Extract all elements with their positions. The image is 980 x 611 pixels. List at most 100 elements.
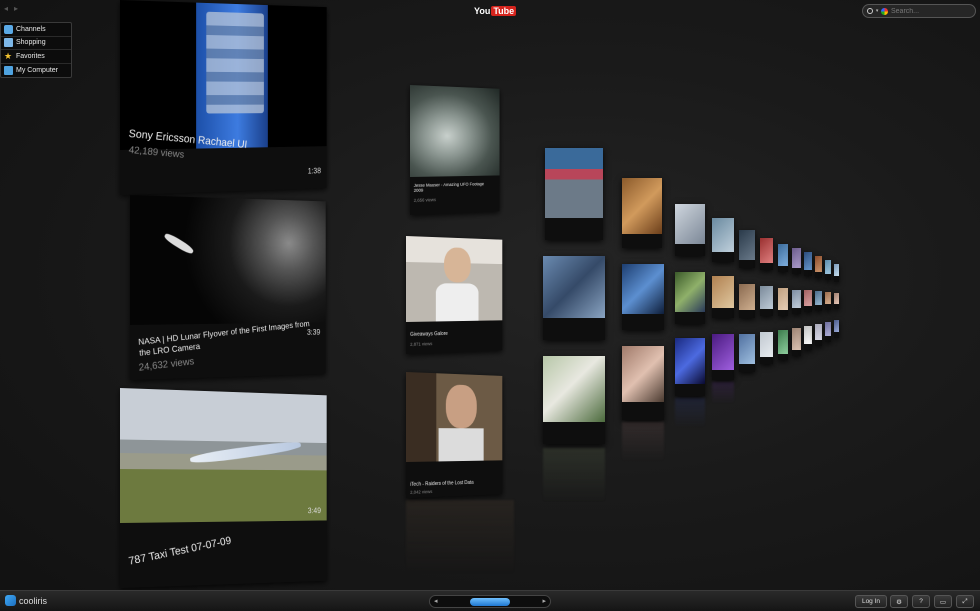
video-tile[interactable] — [804, 252, 812, 276]
cooliris-logo-icon — [5, 595, 16, 606]
star-icon: ★ — [4, 52, 13, 61]
video-tile[interactable] — [792, 290, 801, 314]
video-tile[interactable] — [545, 148, 603, 240]
video-thumbnail — [825, 322, 831, 336]
video-tile[interactable] — [739, 230, 755, 268]
video-title: 787 Taxi Test 07-07-09 — [128, 535, 232, 568]
video-tile[interactable] — [760, 332, 773, 364]
scroll-right-icon[interactable]: ▸ — [542, 597, 546, 605]
sidebar-item-shopping[interactable]: Shopping — [1, 37, 71, 51]
video-wall[interactable]: Sony Ericsson Rachael UI 42,189 views 1:… — [0, 0, 980, 590]
tile-reflection — [675, 398, 705, 428]
video-title: iTech - Raiders of the Lost Data — [410, 480, 474, 488]
video-thumbnail — [622, 346, 664, 402]
back-arrow-icon[interactable]: ◂ — [4, 4, 8, 13]
video-thumbnail — [815, 291, 822, 305]
video-tile[interactable] — [792, 248, 801, 274]
computer-icon — [4, 66, 13, 75]
video-title: Giveaways Galore — [410, 331, 448, 338]
search-icon[interactable] — [867, 8, 873, 14]
video-thumbnail — [739, 334, 755, 364]
video-tile[interactable] — [825, 322, 831, 342]
video-tile[interactable] — [778, 330, 788, 360]
video-thumbnail — [792, 290, 801, 308]
video-thumbnail — [825, 292, 831, 304]
video-tile[interactable] — [675, 338, 705, 396]
video-thumbnail — [760, 238, 773, 263]
video-tile[interactable] — [712, 334, 734, 380]
video-thumbnail — [712, 334, 734, 370]
video-tile[interactable]: Giveaways Galore 2,871 views — [406, 236, 502, 354]
video-views: 2,871 views — [410, 341, 432, 347]
video-tile[interactable] — [622, 264, 664, 330]
scroll-thumb[interactable] — [470, 598, 510, 606]
tile-reflection — [712, 382, 734, 404]
chevron-down-icon[interactable]: ▾ — [876, 8, 879, 14]
video-tile[interactable] — [622, 346, 664, 420]
video-tile[interactable]: 3:49 787 Taxi Test 07-07-09 — [120, 388, 327, 588]
video-thumbnail — [760, 286, 773, 309]
video-tile[interactable] — [739, 334, 755, 372]
sidebar-item-favorites[interactable]: ★ Favorites — [1, 50, 71, 64]
forward-arrow-icon[interactable]: ▸ — [14, 4, 18, 13]
video-tile[interactable] — [834, 320, 839, 338]
video-thumbnail — [815, 256, 822, 272]
video-thumbnail — [825, 260, 831, 274]
video-tile[interactable] — [834, 293, 839, 309]
video-thumbnail — [739, 284, 755, 310]
sidebar: Channels Shopping ★ Favorites My Compute… — [0, 22, 72, 78]
video-tile[interactable] — [815, 256, 822, 278]
sidebar-item-channels[interactable]: Channels — [1, 23, 71, 37]
video-tile[interactable]: Jesse Mauser - Amazing UFO Footage 2009 … — [410, 85, 500, 215]
video-thumbnail — [815, 324, 822, 340]
video-tile[interactable] — [712, 276, 734, 318]
video-thumbnail — [804, 252, 812, 270]
video-tile[interactable] — [792, 328, 801, 356]
tile-reflection — [622, 422, 664, 462]
wall-scrollbar[interactable]: ◂ ▸ — [429, 595, 551, 608]
fullscreen-icon[interactable]: ⤢ — [956, 595, 974, 608]
video-tile[interactable] — [543, 256, 605, 340]
video-tile[interactable] — [804, 290, 812, 312]
cooliris-brand[interactable]: cooliris — [5, 595, 47, 606]
video-tile[interactable] — [760, 238, 773, 270]
video-tile[interactable] — [760, 286, 773, 316]
sidebar-item-my-computer[interactable]: My Computer — [1, 64, 71, 78]
video-tile[interactable] — [739, 284, 755, 318]
video-tile[interactable] — [778, 288, 788, 316]
tile-reflection — [406, 500, 514, 575]
video-tile[interactable] — [778, 244, 788, 272]
login-button[interactable]: Log In — [855, 595, 887, 608]
video-thumbnail — [804, 290, 812, 306]
help-button[interactable]: ? — [912, 595, 930, 608]
video-tile[interactable] — [825, 292, 831, 310]
video-tile[interactable] — [804, 326, 812, 350]
video-tile[interactable] — [815, 291, 822, 311]
video-tile[interactable]: Sony Ericsson Rachael UI 42,189 views 1:… — [120, 0, 327, 195]
video-tile[interactable] — [675, 272, 705, 324]
video-thumbnail — [712, 218, 734, 252]
video-thumbnail — [778, 288, 788, 310]
display-icon[interactable]: ▭ — [934, 595, 952, 608]
video-tile[interactable] — [825, 260, 831, 280]
video-tile[interactable] — [834, 264, 839, 282]
video-thumbnail — [760, 332, 773, 357]
video-tile[interactable]: 3:39 NASA | HD Lunar Flyover of the Firs… — [130, 195, 326, 380]
video-tile[interactable] — [712, 218, 734, 262]
video-thumbnail — [675, 204, 705, 244]
video-tile[interactable] — [675, 204, 705, 256]
logo-text-tube: Tube — [491, 6, 516, 16]
video-tile[interactable] — [622, 178, 662, 248]
video-tile[interactable]: iTech - Raiders of the Lost Data 2,042 v… — [406, 372, 502, 498]
video-views: 24,632 views — [138, 356, 194, 373]
video-thumbnail — [406, 372, 502, 462]
video-tile[interactable] — [543, 356, 605, 444]
search-input[interactable] — [891, 8, 971, 15]
video-thumbnail — [406, 236, 502, 322]
gear-icon[interactable]: ⚙ — [890, 595, 908, 608]
sidebar-item-label: Channels — [16, 26, 46, 33]
video-views: 2,656 views — [414, 197, 436, 203]
brand-label: cooliris — [19, 596, 47, 606]
scroll-left-icon[interactable]: ◂ — [434, 597, 438, 605]
video-tile[interactable] — [815, 324, 822, 346]
